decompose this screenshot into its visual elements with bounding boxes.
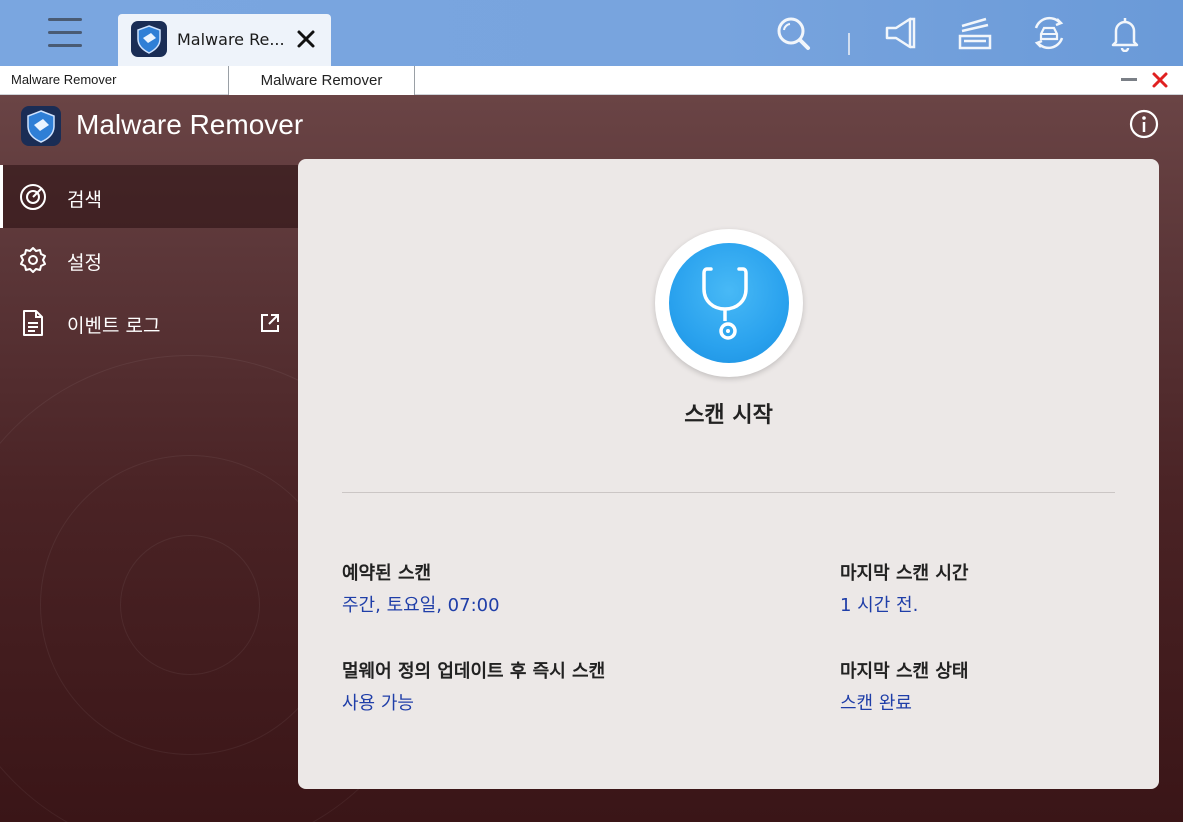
app-header: Malware Remover	[0, 95, 1183, 159]
tasks-icon[interactable]	[956, 14, 994, 52]
gear-icon	[20, 247, 46, 273]
minimize-button[interactable]	[1121, 78, 1137, 81]
stethoscope-icon	[702, 267, 748, 340]
external-device-icon[interactable]	[1030, 14, 1068, 52]
app-body: Malware Remover 검색 설정 이벤트 로그 스캔 시작 예약된 스…	[0, 95, 1183, 822]
scan-after-update-value[interactable]: 사용 가능	[342, 689, 605, 715]
app-tab-malware-remover[interactable]: Malware Re...	[118, 14, 331, 66]
close-window-icon[interactable]	[1151, 71, 1169, 89]
announcement-icon[interactable]	[882, 14, 920, 52]
sidebar: 검색 설정 이벤트 로그	[0, 165, 298, 354]
sidebar-item-settings[interactable]: 설정	[0, 228, 298, 291]
window-title-tooltip: Malware Remover	[228, 66, 415, 97]
divider	[342, 492, 1115, 493]
last-scan-time-value: 1 시간 전.	[840, 595, 919, 616]
malware-remover-logo-icon	[21, 106, 61, 146]
search-icon[interactable]	[774, 14, 812, 52]
scan-after-update-info: 멀웨어 정의 업데이트 후 즉시 스캔 사용 가능	[342, 657, 605, 715]
main-menu-button[interactable]	[46, 14, 86, 52]
scheduled-scan-value[interactable]: 주간, 토요일, 07:00	[342, 591, 500, 617]
sidebar-item-label: 이벤트 로그	[67, 315, 161, 337]
sidebar-item-label: 검색	[67, 189, 102, 211]
start-scan-button[interactable]	[655, 229, 803, 377]
window-title-bar: Malware Remover	[0, 66, 1183, 95]
sidebar-item-scan[interactable]: 검색	[0, 165, 298, 228]
document-icon	[23, 310, 43, 336]
last-scan-status-info: 마지막 스캔 상태 스캔 완료	[840, 657, 968, 715]
external-link-icon[interactable]	[258, 311, 282, 335]
taskbar-separator	[848, 33, 850, 55]
malware-remover-logo-icon	[131, 21, 167, 57]
app-title: Malware Remover	[76, 109, 304, 140]
radar-icon	[20, 184, 46, 210]
sidebar-item-label: 설정	[67, 252, 102, 274]
info-icon[interactable]	[1129, 109, 1159, 139]
sidebar-item-event-log[interactable]: 이벤트 로그	[0, 291, 298, 354]
close-tab-icon[interactable]	[294, 27, 318, 51]
app-tab-title: Malware Re...	[177, 30, 285, 49]
scheduled-scan-label: 예약된 스캔	[342, 563, 432, 584]
background-ring	[120, 535, 260, 675]
bell-icon[interactable]	[1106, 14, 1144, 52]
last-scan-time-info: 마지막 스캔 시간 1 시간 전.	[840, 559, 968, 617]
start-scan-label: 스캔 시작	[684, 403, 773, 428]
last-scan-time-label: 마지막 스캔 시간	[840, 563, 969, 584]
scheduled-scan-info: 예약된 스캔 주간, 토요일, 07:00	[342, 559, 500, 617]
last-scan-status-value[interactable]: 스캔 완료	[840, 689, 968, 715]
scan-panel: 스캔 시작 예약된 스캔 주간, 토요일, 07:00 마지막 스캔 시간 1 …	[298, 159, 1159, 789]
window-title: Malware Remover	[11, 72, 117, 87]
last-scan-status-label: 마지막 스캔 상태	[840, 661, 969, 682]
taskbar: Malware Re...	[0, 0, 1183, 66]
scan-after-update-label: 멀웨어 정의 업데이트 후 즉시 스캔	[342, 661, 606, 682]
